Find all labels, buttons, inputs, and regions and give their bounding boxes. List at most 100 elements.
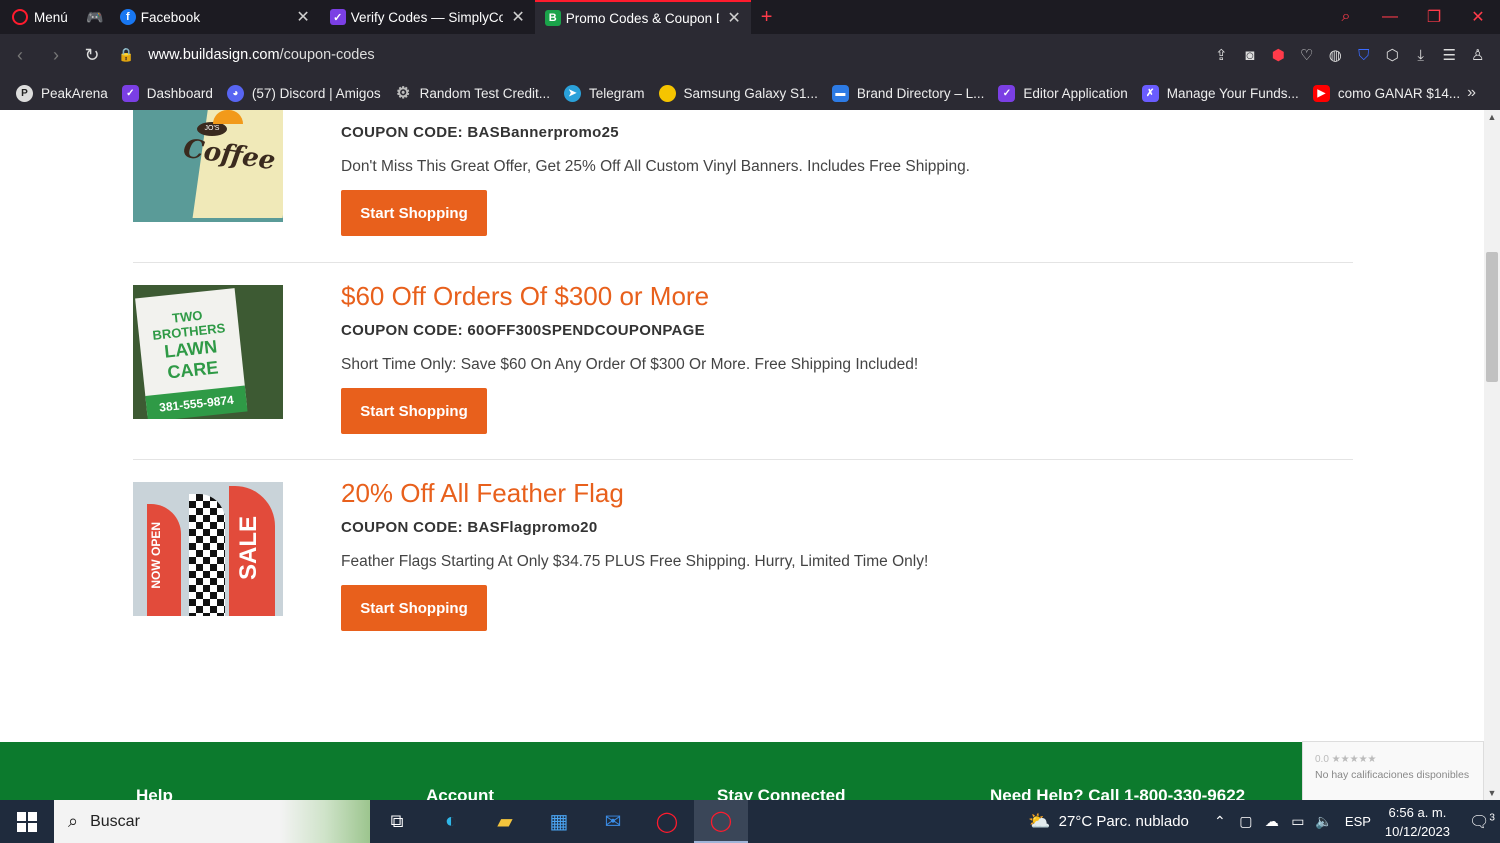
coupon-code[interactable]: COUPON CODE: 60OFF300SPENDCOUPONPAGE (341, 322, 918, 339)
divider (133, 459, 1353, 460)
opera-icon[interactable]: ◯ (640, 800, 694, 843)
chevron-up-icon[interactable]: ⌃ (1207, 813, 1233, 830)
divider (133, 262, 1353, 263)
close-tab-icon[interactable]: ✕ (296, 7, 309, 27)
bitwarden-icon[interactable]: ⛉ (1350, 47, 1379, 64)
taskbar-search[interactable]: ⌕ Buscar (54, 800, 370, 843)
gaming-icon[interactable]: 🎮 (80, 0, 110, 34)
mail-icon[interactable]: ✉ (586, 800, 640, 843)
heart-icon[interactable]: ♡ (1293, 46, 1322, 64)
notifications-icon[interactable]: 🗨3 (1464, 812, 1500, 832)
bookmark-label: Telegram (588, 85, 645, 101)
tab-promo-codes[interactable]: B Promo Codes & Coupon Deals ✕ (534, 0, 751, 34)
volume-icon[interactable]: 🔈 (1311, 813, 1337, 830)
coupon-text: 20% Off All Feather Flag COUPON CODE: BA… (341, 478, 928, 631)
footer-help-heading[interactable]: Help (136, 786, 173, 800)
close-tab-icon[interactable]: ✕ (511, 7, 524, 27)
weather-widget[interactable]: ⛅ 27°C Parc. nublado (1028, 811, 1189, 832)
restore-button[interactable]: ❐ (1412, 7, 1456, 27)
scrollbar-thumb[interactable] (1486, 252, 1498, 382)
page-scrollbar[interactable]: ▲ ▼ (1484, 110, 1500, 800)
address-bar: ‹ › ↻ 🔒 www.buildasign.com/coupon-codes … (0, 34, 1500, 76)
flag-image-text2: SALE (235, 516, 262, 581)
bookmark-manage-funds[interactable]: ✗ Manage Your Funds... (1141, 84, 1299, 102)
weather-cloud-icon: ⛅ (1028, 811, 1051, 831)
bookmark-random-test-credit[interactable]: ⚙ Random Test Credit... (395, 85, 550, 102)
profile-icon[interactable]: ♙ (1464, 46, 1493, 64)
tab-facebook[interactable]: f Facebook ✕ (110, 0, 320, 34)
bookmarks-bar: P PeakArena ✓ Dashboard ◕ (57) Discord |… (0, 76, 1500, 110)
download-icon[interactable]: ⤓ (1407, 47, 1436, 64)
coupon-title[interactable]: $60 Off Orders Of $300 or More (341, 281, 918, 312)
file-explorer-icon[interactable]: ▰ (478, 800, 532, 843)
task-view-icon[interactable]: ⧉ (370, 800, 424, 843)
menu-label: Menú (34, 9, 68, 25)
lawn-care-sign-image: TWO BROTHERS LAWN CARE 381-555-9874 (133, 285, 283, 419)
new-tab-button[interactable]: + (751, 6, 783, 29)
telegram-icon: ➤ (563, 84, 581, 102)
start-shopping-button[interactable]: Start Shopping (341, 585, 487, 631)
flag-image-text: NOW OPEN (149, 522, 163, 589)
bookmark-brand-directory[interactable]: ▬ Brand Directory – L... (831, 84, 984, 102)
close-tab-icon[interactable]: ✕ (727, 8, 740, 28)
footer-phone-heading[interactable]: Need Help? Call 1-800-330-9622 (990, 786, 1245, 800)
clock-time: 6:56 a. m. (1388, 804, 1447, 820)
coupon-title[interactable]: 20% Off All Feather Flag (341, 478, 928, 509)
lock-icon[interactable]: 🔒 (118, 47, 134, 63)
forward-icon[interactable]: › (38, 45, 74, 66)
extensions-cube-icon[interactable]: ⬡ (1378, 46, 1407, 64)
clock[interactable]: 6:56 a. m. 10/12/2023 (1385, 803, 1450, 841)
minimize-button[interactable]: — (1368, 8, 1412, 26)
bookmark-editor-application[interactable]: ✓ Editor Application (998, 84, 1128, 102)
coupon-code[interactable]: COUPON CODE: BASBannerpromo25 (341, 124, 970, 141)
url-field[interactable]: www.buildasign.com/coupon-codes (148, 47, 375, 63)
store-icon[interactable]: ▦ (532, 800, 586, 843)
scroll-up-icon[interactable]: ▲ (1484, 112, 1500, 122)
back-icon[interactable]: ‹ (2, 45, 38, 66)
edge-icon[interactable]: ◐ (424, 800, 478, 843)
share-icon[interactable]: ⇪ (1207, 46, 1236, 64)
feather-flag-image: NOW OPEN SALE (133, 482, 283, 616)
opera-menu-button[interactable]: Menú (0, 0, 80, 34)
coupon-card: JO'S Coffee COUPON CODE: BASBannerpromo2… (133, 110, 1353, 240)
search-highlight-image (280, 800, 370, 843)
rating-widget[interactable]: 0.0 ★★★★★ No hay calificaciones disponib… (1302, 741, 1484, 801)
peakarena-icon: P (16, 84, 33, 102)
bookmark-samsung[interactable]: Samsung Galaxy S1... (658, 84, 818, 102)
footer-stay-connected-heading[interactable]: Stay Connected (717, 786, 845, 800)
coupon-code[interactable]: COUPON CODE: BASFlagpromo20 (341, 519, 928, 536)
bookmark-label: Editor Application (1023, 85, 1128, 101)
easy-setup-icon[interactable]: ☰ (1435, 46, 1464, 64)
start-shopping-button[interactable]: Start Shopping (341, 388, 487, 434)
footer-account-heading[interactable]: Account (426, 786, 494, 800)
bookmark-peakarena[interactable]: P PeakArena (16, 84, 108, 102)
meet-icon[interactable]: ▢ (1233, 813, 1259, 830)
onedrive-icon[interactable]: ☁ (1259, 813, 1285, 830)
vpn-globe-icon[interactable]: ◍ (1321, 46, 1350, 64)
bookmark-dashboard[interactable]: ✓ Dashboard (121, 84, 213, 102)
adblock-shield-icon[interactable]: ⬢ (1264, 46, 1293, 64)
discord-icon: ◕ (226, 84, 244, 102)
start-shopping-button[interactable]: Start Shopping (341, 190, 487, 236)
url-path: /coupon-codes (279, 47, 375, 63)
bookmark-youtube[interactable]: ▶ como GANAR $14... (1312, 84, 1460, 102)
start-button[interactable] (0, 800, 54, 843)
more-bookmarks-icon[interactable]: » (1467, 84, 1476, 102)
tab-verify-codes[interactable]: ✓ Verify Codes — SimplyCodes ✕ (320, 0, 535, 34)
scroll-down-icon[interactable]: ▼ (1484, 788, 1500, 798)
camera-icon[interactable]: ◙ (1236, 47, 1265, 64)
opera-gx-icon[interactable]: ◯ (694, 800, 748, 843)
bookmark-label: Samsung Galaxy S1... (683, 85, 818, 101)
network-icon[interactable]: ▭ (1285, 813, 1311, 830)
coupon-card: TWO BROTHERS LAWN CARE 381-555-9874 $60 … (133, 281, 1353, 455)
banner-image-brand: JO'S (197, 122, 227, 136)
brand-directory-icon: ▬ (831, 84, 849, 102)
search-tabs-icon[interactable]: ⌕ (1324, 8, 1368, 26)
language-indicator[interactable]: ESP (1345, 814, 1371, 829)
reload-icon[interactable]: ↻ (74, 45, 110, 66)
windows-logo-icon (17, 811, 37, 832)
rating-text: No hay calificaciones disponibles (1315, 769, 1470, 781)
bookmark-discord[interactable]: ◕ (57) Discord | Amigos (226, 84, 381, 102)
close-window-button[interactable]: ✕ (1456, 7, 1500, 27)
bookmark-telegram[interactable]: ➤ Telegram (563, 84, 645, 102)
